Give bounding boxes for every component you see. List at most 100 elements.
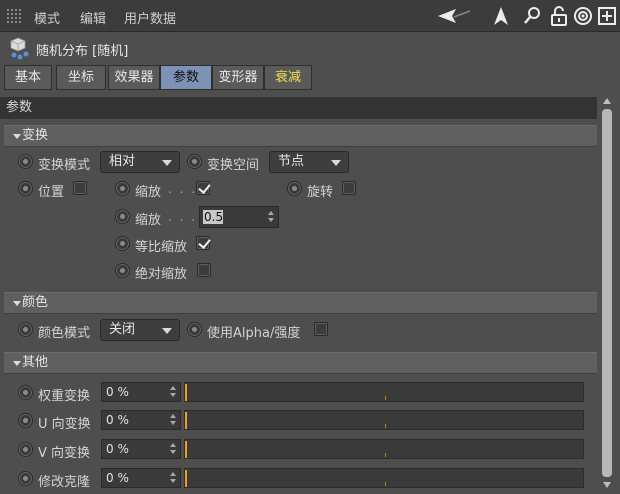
animate-radio-transform-mode[interactable] [18, 154, 33, 169]
scale-checkbox[interactable] [196, 181, 210, 195]
collapse-triangle-icon[interactable] [13, 134, 21, 139]
modify-clone-slider[interactable] [184, 468, 584, 488]
spin-arrows-icon[interactable] [170, 386, 176, 398]
scale-value-text[interactable]: 0.5 [203, 210, 223, 224]
u-transform-field[interactable]: 0 % [101, 410, 181, 430]
u-transform-label: U 向变换 [38, 417, 91, 432]
vertical-scrollbar[interactable] [600, 95, 614, 491]
animate-radio-scale[interactable] [115, 181, 130, 196]
tab-effector[interactable]: 效果器 [108, 65, 160, 90]
random-effector-icon [10, 37, 29, 60]
target-icon[interactable] [572, 5, 594, 27]
scale-dots: . . . [168, 182, 198, 196]
animate-radio-weight[interactable] [18, 385, 33, 400]
grip-icon[interactable] [6, 8, 22, 24]
weight-transform-label: 权重变换 [38, 389, 91, 404]
slider-handle[interactable] [185, 470, 187, 487]
uniform-scale-checkbox[interactable] [196, 236, 210, 250]
spin-arrows-icon[interactable] [170, 414, 176, 426]
add-panel-icon[interactable] [596, 5, 618, 27]
menu-edit[interactable]: 编辑 [80, 8, 106, 27]
slider-midpoint-tick [385, 424, 386, 428]
animate-radio-rotation[interactable] [287, 181, 302, 196]
object-title: 随机分布 [随机] [36, 44, 129, 59]
rotation-label: 旋转 [307, 185, 334, 200]
navigate-icon[interactable] [490, 5, 512, 27]
animate-radio-uniform-scale[interactable] [115, 236, 130, 251]
absolute-scale-label: 绝对缩放 [135, 267, 188, 282]
weight-transform-slider[interactable] [184, 382, 584, 402]
slider-handle[interactable] [185, 384, 187, 401]
parameters-header: 参数 [0, 97, 597, 119]
animate-radio-position[interactable] [18, 181, 33, 196]
modify-clone-value: 0 % [106, 471, 129, 485]
spin-arrows-icon[interactable] [170, 472, 176, 484]
transform-mode-label: 变换模式 [38, 158, 91, 173]
animate-radio-transform-space[interactable] [187, 154, 202, 169]
uniform-scale-label: 等比缩放 [135, 240, 188, 255]
tab-deformer[interactable]: 变形器 [212, 65, 264, 90]
v-transform-field[interactable]: 0 % [101, 439, 181, 459]
menu-bar: 模式 编辑 用户数据 [0, 0, 620, 32]
slider-handle[interactable] [185, 441, 187, 458]
menu-mode[interactable]: 模式 [34, 8, 60, 27]
modify-clone-label: 修改克隆 [38, 475, 91, 490]
tab-basic[interactable]: 基本 [4, 65, 52, 90]
v-transform-slider[interactable] [184, 439, 584, 459]
animate-radio-scale-value[interactable] [115, 209, 130, 224]
slider-handle[interactable] [185, 412, 187, 429]
tab-coord[interactable]: 坐标 [56, 65, 106, 90]
animate-radio-u-transform[interactable] [18, 413, 33, 428]
chevron-down-icon [162, 328, 172, 334]
transform-mode-value: 相对 [109, 154, 136, 169]
position-checkbox[interactable] [73, 181, 87, 195]
scrollbar-thumb[interactable] [602, 109, 612, 477]
collapse-triangle-icon[interactable] [13, 301, 21, 306]
transform-space-dropdown[interactable]: 节点 [269, 151, 349, 173]
search-icon[interactable] [522, 5, 544, 27]
v-transform-value: 0 % [106, 442, 129, 456]
menu-user-data[interactable]: 用户数据 [124, 8, 176, 27]
collapse-triangle-icon[interactable] [13, 361, 21, 366]
animate-radio-use-alpha[interactable] [187, 322, 202, 337]
scroll-up-icon[interactable] [603, 98, 611, 104]
section-title: 变换 [22, 128, 49, 143]
transform-mode-dropdown[interactable]: 相对 [100, 151, 180, 173]
rotation-checkbox[interactable] [342, 181, 356, 195]
lock-icon[interactable] [548, 5, 570, 27]
spin-arrows-icon[interactable] [170, 443, 176, 455]
use-alpha-checkbox[interactable] [314, 322, 328, 336]
weight-transform-field[interactable]: 0 % [101, 382, 181, 402]
position-label: 位置 [38, 185, 65, 200]
tab-parameters[interactable]: 参数 [160, 65, 212, 90]
color-mode-dropdown[interactable]: 关闭 [100, 319, 180, 341]
scale-value-dots: . . . [168, 210, 198, 224]
slider-midpoint-tick [385, 396, 386, 400]
v-transform-label: V 向变换 [38, 446, 91, 461]
section-title: 颜色 [22, 295, 49, 310]
scale-value-field[interactable]: 0.5 [199, 206, 279, 228]
tab-falloff[interactable]: 衰减 [264, 65, 312, 90]
transform-space-value: 节点 [278, 154, 305, 169]
animate-radio-v-transform[interactable] [18, 442, 33, 457]
section-transform[interactable]: 变换 [4, 125, 597, 147]
animate-radio-color-mode[interactable] [18, 322, 33, 337]
section-title: 其他 [22, 355, 49, 370]
modify-clone-field[interactable]: 0 % [101, 468, 181, 488]
weight-transform-value: 0 % [106, 385, 129, 399]
color-mode-label: 颜色模式 [38, 326, 91, 341]
section-other[interactable]: 其他 [4, 352, 597, 374]
color-mode-value: 关闭 [109, 322, 136, 337]
use-alpha-label: 使用Alpha/强度 [207, 326, 301, 341]
animate-radio-absolute-scale[interactable] [115, 263, 130, 278]
u-transform-slider[interactable] [184, 410, 584, 430]
scroll-down-icon[interactable] [603, 482, 611, 488]
slider-midpoint-tick [385, 482, 386, 486]
u-transform-value: 0 % [106, 413, 129, 427]
spin-arrows-icon[interactable] [268, 211, 274, 223]
back-arrow-icon[interactable] [436, 5, 472, 27]
scale-label: 缩放 [135, 185, 162, 200]
absolute-scale-checkbox[interactable] [197, 263, 211, 277]
animate-radio-modify-clone[interactable] [18, 471, 33, 486]
section-color[interactable]: 颜色 [4, 292, 597, 314]
